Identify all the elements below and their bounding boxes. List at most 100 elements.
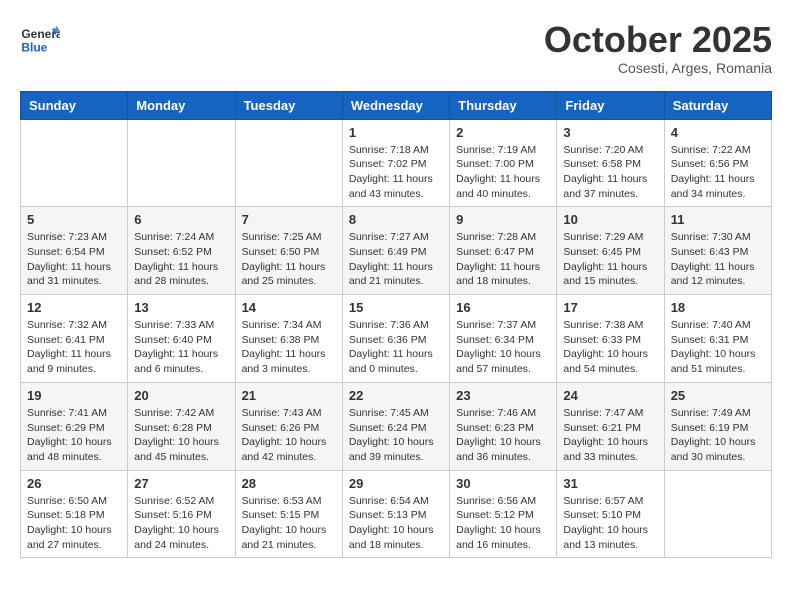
day-info: Sunrise: 7:19 AM Sunset: 7:00 PM Dayligh…: [456, 143, 550, 202]
day-info: Sunrise: 7:41 AM Sunset: 6:29 PM Dayligh…: [27, 406, 121, 465]
calendar-cell: 17 Sunrise: 7:38 AM Sunset: 6:33 PM Dayli…: [557, 295, 664, 383]
calendar-cell: 9Sunrise: 7:28 AM Sunset: 6:47 PM Daylig…: [450, 207, 557, 295]
calendar-cell: 26 Sunrise: 6:50 AM Sunset: 5:18 PM Dayli…: [21, 470, 128, 558]
day-number: 6: [134, 212, 228, 227]
calendar-cell: 28 Sunrise: 6:53 AM Sunset: 5:15 PM Dayli…: [235, 470, 342, 558]
weekday-header-tuesday: Tuesday: [235, 91, 342, 119]
day-info: Sunrise: 7:25 AM Sunset: 6:50 PM Dayligh…: [242, 230, 336, 289]
day-number: 18: [671, 300, 765, 315]
day-info: Sunrise: 7:45 AM Sunset: 6:24 PM Dayligh…: [349, 406, 443, 465]
calendar-cell: 22 Sunrise: 7:45 AM Sunset: 6:24 PM Dayli…: [342, 382, 449, 470]
day-number: 10: [563, 212, 657, 227]
day-number: 9: [456, 212, 550, 227]
day-number: 2: [456, 125, 550, 140]
day-number: 30: [456, 476, 550, 491]
day-info: Sunrise: 7:37 AM Sunset: 6:34 PM Dayligh…: [456, 318, 550, 377]
day-info: Sunrise: 7:32 AM Sunset: 6:41 PM Dayligh…: [27, 318, 121, 377]
day-info: Sunrise: 7:23 AM Sunset: 6:54 PM Dayligh…: [27, 230, 121, 289]
day-number: 21: [242, 388, 336, 403]
day-info: Sunrise: 7:36 AM Sunset: 6:36 PM Dayligh…: [349, 318, 443, 377]
day-number: 13: [134, 300, 228, 315]
calendar-cell: 25Sunrise: 7:49 AM Sunset: 6:19 PM Dayli…: [664, 382, 771, 470]
calendar-cell: 30Sunrise: 6:56 AM Sunset: 5:12 PM Dayli…: [450, 470, 557, 558]
day-number: 25: [671, 388, 765, 403]
day-number: 26: [27, 476, 121, 491]
calendar-cell: 2 Sunrise: 7:19 AM Sunset: 7:00 PM Daylig…: [450, 119, 557, 207]
title-block: October 2025 Cosesti, Arges, Romania: [544, 20, 772, 76]
day-info: Sunrise: 6:54 AM Sunset: 5:13 PM Dayligh…: [349, 494, 443, 553]
calendar-cell: 16 Sunrise: 7:37 AM Sunset: 6:34 PM Dayli…: [450, 295, 557, 383]
day-number: 28: [242, 476, 336, 491]
calendar-cell: 13 Sunrise: 7:33 AM Sunset: 6:40 PM Dayli…: [128, 295, 235, 383]
day-number: 5: [27, 212, 121, 227]
calendar-cell: 3Sunrise: 7:20 AM Sunset: 6:58 PM Daylig…: [557, 119, 664, 207]
day-info: Sunrise: 7:42 AM Sunset: 6:28 PM Dayligh…: [134, 406, 228, 465]
day-info: Sunrise: 7:33 AM Sunset: 6:40 PM Dayligh…: [134, 318, 228, 377]
day-number: 12: [27, 300, 121, 315]
day-number: 19: [27, 388, 121, 403]
day-number: 29: [349, 476, 443, 491]
day-number: 7: [242, 212, 336, 227]
day-number: 16: [456, 300, 550, 315]
calendar-cell: 8Sunrise: 7:27 AM Sunset: 6:49 PM Daylig…: [342, 207, 449, 295]
location-subtitle: Cosesti, Arges, Romania: [544, 60, 772, 76]
calendar-week-1: 1Sunrise: 7:18 AM Sunset: 7:02 PM Daylig…: [21, 119, 772, 207]
day-number: 24: [563, 388, 657, 403]
day-info: Sunrise: 6:52 AM Sunset: 5:16 PM Dayligh…: [134, 494, 228, 553]
page-header: General Blue October 2025 Cosesti, Arges…: [20, 20, 772, 76]
weekday-header-sunday: Sunday: [21, 91, 128, 119]
svg-text:Blue: Blue: [21, 40, 47, 54]
calendar-cell: 14 Sunrise: 7:34 AM Sunset: 6:38 PM Dayli…: [235, 295, 342, 383]
calendar-cell: 31Sunrise: 6:57 AM Sunset: 5:10 PM Dayli…: [557, 470, 664, 558]
calendar-cell: 1Sunrise: 7:18 AM Sunset: 7:02 PM Daylig…: [342, 119, 449, 207]
calendar-cell: 7 Sunrise: 7:25 AM Sunset: 6:50 PM Daylig…: [235, 207, 342, 295]
day-number: 14: [242, 300, 336, 315]
day-info: Sunrise: 7:20 AM Sunset: 6:58 PM Dayligh…: [563, 143, 657, 202]
calendar-cell: 5 Sunrise: 7:23 AM Sunset: 6:54 PM Daylig…: [21, 207, 128, 295]
calendar-table: SundayMondayTuesdayWednesdayThursdayFrid…: [20, 91, 772, 559]
weekday-header-saturday: Saturday: [664, 91, 771, 119]
calendar-cell: 10Sunrise: 7:29 AM Sunset: 6:45 PM Dayli…: [557, 207, 664, 295]
calendar-cell: 4 Sunrise: 7:22 AM Sunset: 6:56 PM Daylig…: [664, 119, 771, 207]
calendar-cell: 6Sunrise: 7:24 AM Sunset: 6:52 PM Daylig…: [128, 207, 235, 295]
logo: General Blue: [20, 20, 60, 60]
day-info: Sunrise: 6:50 AM Sunset: 5:18 PM Dayligh…: [27, 494, 121, 553]
calendar-cell: 29 Sunrise: 6:54 AM Sunset: 5:13 PM Dayli…: [342, 470, 449, 558]
calendar-week-3: 12 Sunrise: 7:32 AM Sunset: 6:41 PM Dayli…: [21, 295, 772, 383]
day-info: Sunrise: 7:40 AM Sunset: 6:31 PM Dayligh…: [671, 318, 765, 377]
day-info: Sunrise: 6:53 AM Sunset: 5:15 PM Dayligh…: [242, 494, 336, 553]
day-info: Sunrise: 7:47 AM Sunset: 6:21 PM Dayligh…: [563, 406, 657, 465]
calendar-cell: 18 Sunrise: 7:40 AM Sunset: 6:31 PM Dayli…: [664, 295, 771, 383]
day-info: Sunrise: 7:22 AM Sunset: 6:56 PM Dayligh…: [671, 143, 765, 202]
day-number: 15: [349, 300, 443, 315]
calendar-cell: 23Sunrise: 7:46 AM Sunset: 6:23 PM Dayli…: [450, 382, 557, 470]
calendar-cell: 20 Sunrise: 7:42 AM Sunset: 6:28 PM Dayli…: [128, 382, 235, 470]
calendar-week-2: 5 Sunrise: 7:23 AM Sunset: 6:54 PM Daylig…: [21, 207, 772, 295]
day-number: 17: [563, 300, 657, 315]
day-number: 4: [671, 125, 765, 140]
month-title: October 2025: [544, 20, 772, 60]
day-number: 20: [134, 388, 228, 403]
day-number: 11: [671, 212, 765, 227]
calendar-cell: 21Sunrise: 7:43 AM Sunset: 6:26 PM Dayli…: [235, 382, 342, 470]
calendar-cell: 24 Sunrise: 7:47 AM Sunset: 6:21 PM Dayli…: [557, 382, 664, 470]
weekday-header-monday: Monday: [128, 91, 235, 119]
day-info: Sunrise: 7:46 AM Sunset: 6:23 PM Dayligh…: [456, 406, 550, 465]
day-info: Sunrise: 7:38 AM Sunset: 6:33 PM Dayligh…: [563, 318, 657, 377]
day-info: Sunrise: 7:34 AM Sunset: 6:38 PM Dayligh…: [242, 318, 336, 377]
weekday-header-wednesday: Wednesday: [342, 91, 449, 119]
day-number: 27: [134, 476, 228, 491]
calendar-cell: [235, 119, 342, 207]
day-number: 1: [349, 125, 443, 140]
calendar-cell: 27 Sunrise: 6:52 AM Sunset: 5:16 PM Dayli…: [128, 470, 235, 558]
calendar-cell: 11 Sunrise: 7:30 AM Sunset: 6:43 PM Dayli…: [664, 207, 771, 295]
day-number: 8: [349, 212, 443, 227]
calendar-cell: 15 Sunrise: 7:36 AM Sunset: 6:36 PM Dayli…: [342, 295, 449, 383]
day-number: 22: [349, 388, 443, 403]
weekday-header-thursday: Thursday: [450, 91, 557, 119]
weekday-header-friday: Friday: [557, 91, 664, 119]
calendar-cell: [21, 119, 128, 207]
day-info: Sunrise: 7:30 AM Sunset: 6:43 PM Dayligh…: [671, 230, 765, 289]
calendar-cell: 19 Sunrise: 7:41 AM Sunset: 6:29 PM Dayli…: [21, 382, 128, 470]
calendar-week-4: 19 Sunrise: 7:41 AM Sunset: 6:29 PM Dayli…: [21, 382, 772, 470]
